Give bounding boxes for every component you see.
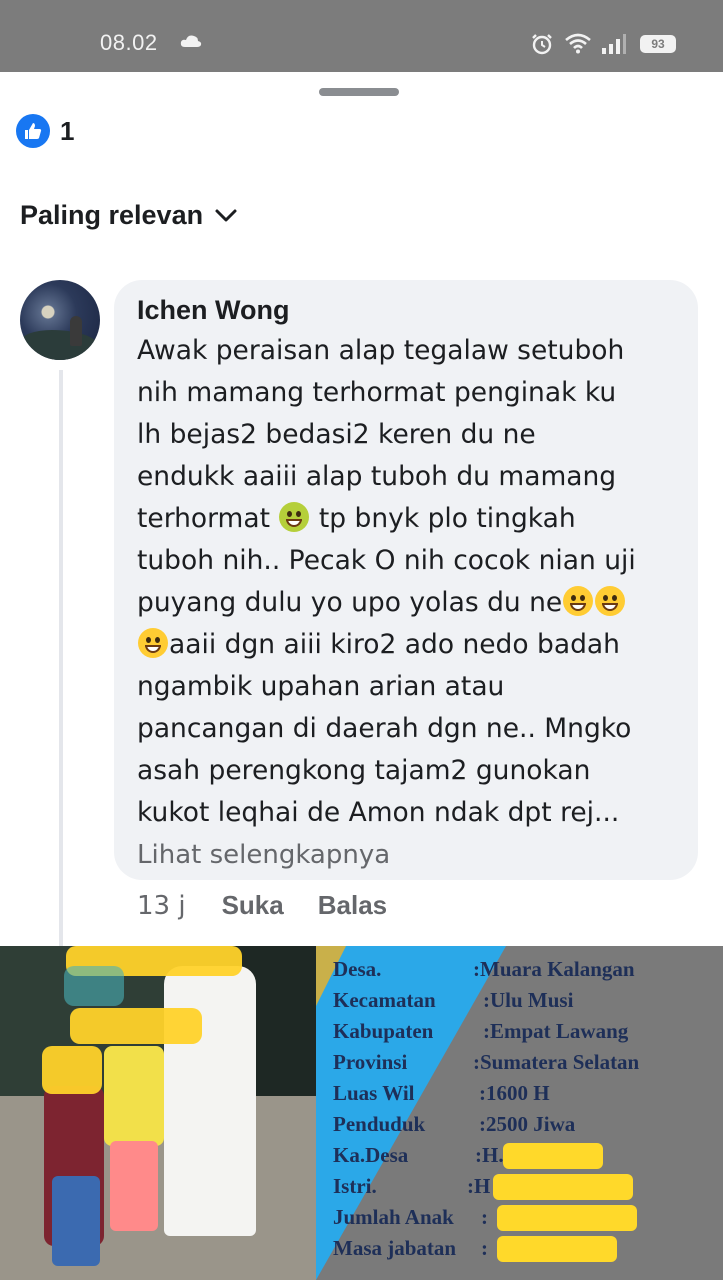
photo-man-white-uniform [164,966,256,1236]
comment-line: ngambik upahan arian atau [137,671,505,702]
comment-line-group: puyang dulu yo upo yolas du ne [137,582,676,624]
signal-icon [602,34,626,54]
comment-line: nih mamang terhormat penginak ku [137,377,617,408]
post-image[interactable]: Desa.:Muara Kalangan Kecamatan:Ulu Musi … [0,946,723,1280]
info-value: :H [467,1174,491,1198]
grinning-smiling-eyes-emoji-icon [138,628,168,658]
info-key: Desa. [333,957,382,981]
alarm-icon [532,34,552,55]
comment-actions: 13 j Suka Balas [137,890,387,921]
avatar-hill [20,330,100,360]
chevron-down-icon [215,209,237,221]
info-key: Istri. [333,1174,377,1198]
photo-child-jeans [52,1176,100,1266]
comment-line: kukot leqhai de Amon ndak dpt rej... [137,797,620,828]
comment-line-group: aaii dgn aiii kiro2 ado nedo badah [137,624,676,666]
comment-line: aaii dgn aiii kiro2 ado nedo badah [169,629,620,660]
photo-child-yellow-shirt [104,1046,164,1146]
info-key: Jumlah Anak [333,1205,454,1229]
redaction-highlight [497,1205,637,1231]
info-key: Penduduk [333,1112,426,1136]
comment-bubble[interactable]: Ichen Wong Awak peraisan alap tegalaw se… [114,280,698,880]
sort-label: Paling relevan [20,200,204,230]
info-key: Kabupaten [333,1019,434,1043]
like-reaction-icon [16,114,50,148]
comment-line-group: terhormat tp bnyk plo tingkah [137,498,676,540]
grinning-face-emoji-icon [563,586,594,616]
info-value: :Ulu Musi [483,988,574,1012]
see-more-link[interactable]: Lihat selengkapnya [137,834,676,876]
comment-line: asah perengkong tajam2 gunokan [137,755,591,786]
face-censor-blur [42,1046,102,1094]
info-value: :Empat Lawang [483,1019,629,1043]
info-value: :Muara Kalangan [473,957,635,981]
comment-line: puyang dulu yo upo yolas du ne [137,587,563,618]
face-censor-blur [70,1008,202,1044]
info-value: :Sumatera Selatan [473,1050,640,1074]
comment-author[interactable]: Ichen Wong [137,292,676,328]
cloud-icon [180,35,202,47]
comment-line: pancangan di daerah dgn ne.. Mngko [137,713,632,744]
info-value: :1600 H [479,1081,550,1105]
reactions-summary[interactable]: 1 [16,114,74,148]
info-key: Kecamatan [333,988,436,1012]
battery-level: 93 [642,37,674,51]
info-key: Luas Wil [333,1081,415,1105]
thread-line [59,370,63,946]
drag-handle[interactable] [319,88,399,96]
comment-time: 13 j [137,890,186,921]
photo-child-shorts [110,1141,158,1231]
status-bar: 08.02 93 [0,0,723,72]
avatar[interactable] [20,280,100,360]
reply-button[interactable]: Balas [318,890,387,921]
likes-count: 1 [60,115,75,146]
info-value: :H. [475,1143,504,1167]
like-button[interactable]: Suka [222,890,284,921]
comment-line: endukk aaiii alap tuboh du mamang [137,461,617,492]
redaction-highlight [503,1143,603,1169]
redaction-highlight [497,1236,617,1262]
hijab-shape [64,966,124,1006]
wifi-icon [565,33,591,54]
family-photo [0,946,316,1280]
info-key: Masa jabatan [333,1236,457,1260]
info-value: : [481,1205,488,1229]
comment-line: lh bejas2 bedasi2 keren du ne [137,419,536,450]
info-value: : [481,1236,488,1260]
comment-line: tp bnyk plo tingkah [318,503,576,534]
redaction-highlight [493,1174,633,1200]
grinning-smiling-eyes-emoji-icon [595,586,626,616]
battery-icon: 93 [640,35,676,53]
info-value: :2500 Jiwa [479,1112,576,1136]
avatar-figure [70,316,82,346]
info-key: Ka.Desa [333,1143,409,1167]
comment-line: terhormat [137,503,271,534]
info-key: Provinsi [333,1050,408,1074]
status-time: 08.02 [100,30,158,55]
comment-sort-dropdown[interactable]: Paling relevan [20,200,239,231]
comment-line: Awak peraisan alap tegalaw setuboh [137,335,625,366]
nauseated-face-emoji-icon [279,502,310,532]
comment-text: Awak peraisan alap tegalaw setuboh nih m… [137,330,676,834]
comment-line: tuboh nih.. Pecak O nih cocok nian uji [137,545,636,576]
